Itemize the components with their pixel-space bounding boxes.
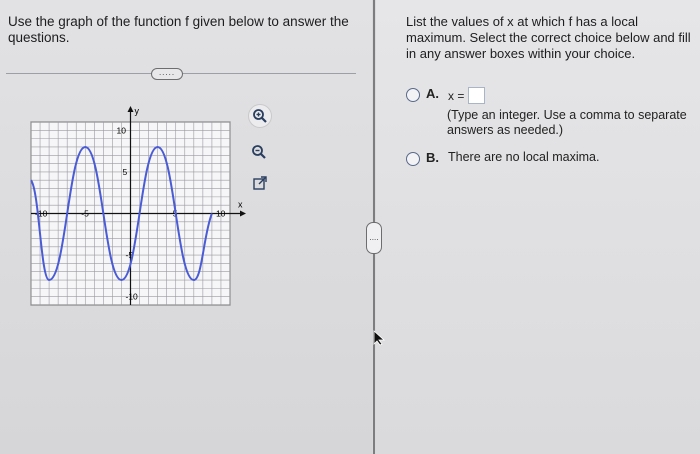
y-axis-arrow bbox=[127, 106, 134, 112]
choice-a-equation: x = bbox=[448, 89, 465, 103]
answer-input-box[interactable] bbox=[468, 87, 485, 104]
graph-svg: y x -10 -5 5 10 10 5 -5 -10 bbox=[30, 106, 246, 306]
x-tick-label-10: 10 bbox=[216, 209, 226, 219]
choice-b-radio[interactable] bbox=[406, 152, 420, 166]
x-axis-label: x bbox=[238, 200, 243, 210]
answer-pane bbox=[376, 0, 700, 454]
y-axis-label: y bbox=[135, 106, 140, 116]
y-tick-label-5: 5 bbox=[123, 167, 128, 177]
more-button[interactable]: ..... bbox=[151, 68, 183, 80]
instructions-text: List the values of x at which f has a lo… bbox=[406, 14, 691, 61]
x-axis-arrow bbox=[240, 210, 246, 217]
choice-a-hint: (Type an integer. Use a comma to separat… bbox=[447, 108, 687, 137]
open-window-icon bbox=[253, 176, 267, 190]
choice-b-text: There are no local maxima. bbox=[448, 150, 600, 164]
mouse-cursor-icon bbox=[372, 330, 386, 351]
y-tick-label-10: 10 bbox=[117, 125, 127, 135]
y-tick-label-neg10: -10 bbox=[126, 292, 139, 302]
function-graph: y x -10 -5 5 10 10 5 -5 -10 bbox=[25, 100, 255, 315]
question-text: Use the graph of the function f given be… bbox=[8, 14, 349, 45]
zoom-in-button[interactable] bbox=[248, 104, 272, 128]
zoom-out-button[interactable] bbox=[248, 141, 270, 163]
zoom-out-icon bbox=[252, 145, 266, 159]
pane-resize-handle[interactable]: .... bbox=[366, 222, 382, 254]
zoom-in-icon bbox=[253, 109, 267, 123]
open-window-button[interactable] bbox=[249, 172, 271, 194]
x-tick-label-neg5: -5 bbox=[81, 209, 89, 219]
choice-a-letter: A. bbox=[426, 86, 439, 101]
choice-b-letter: B. bbox=[426, 150, 439, 165]
choice-a-radio[interactable] bbox=[406, 88, 420, 102]
